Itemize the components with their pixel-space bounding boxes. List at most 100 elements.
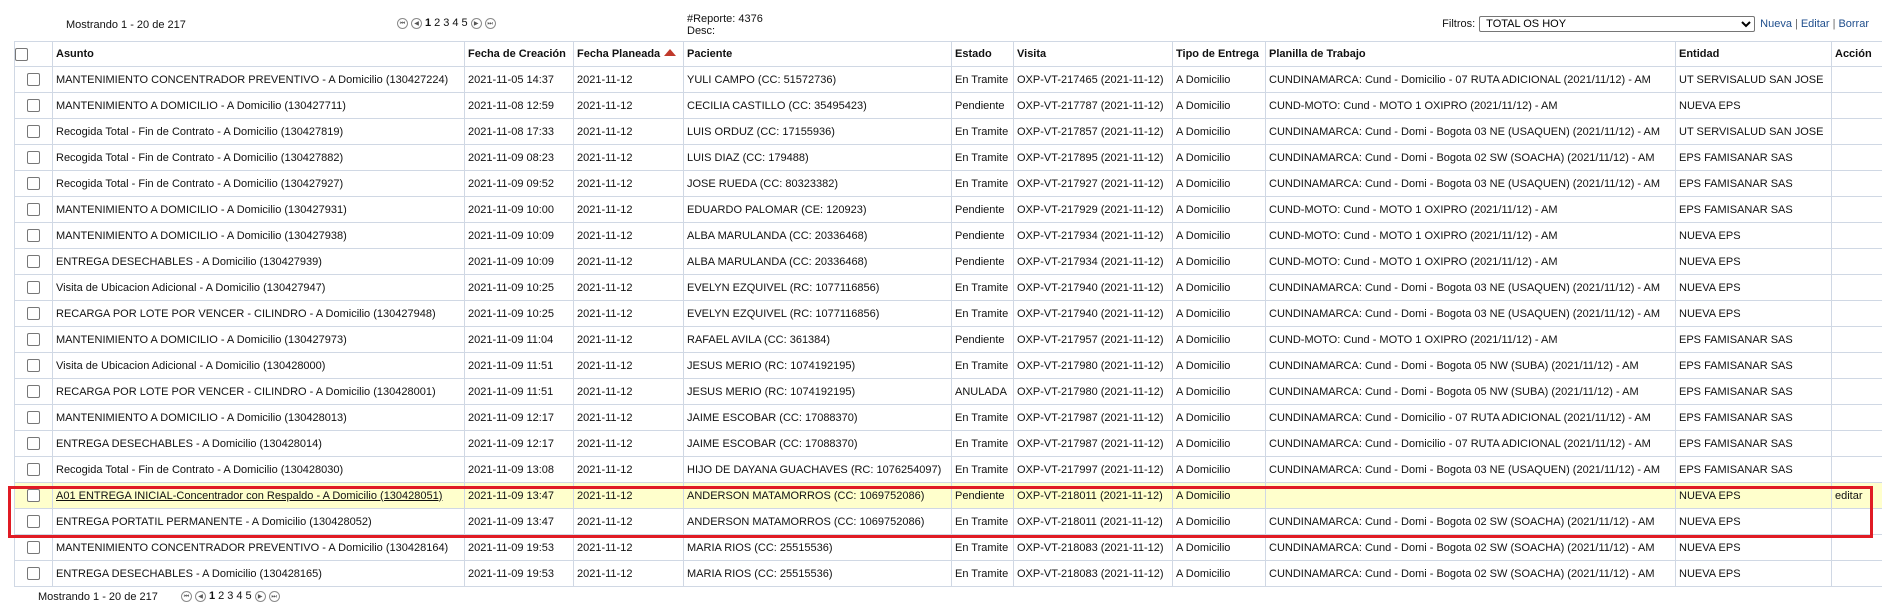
table-row[interactable]: Recogida Total - Fin de Contrato - A Dom… — [14, 118, 1882, 145]
first-page-icon[interactable]: ⏮ — [181, 590, 192, 602]
select-all-checkbox[interactable] — [15, 47, 28, 61]
edit-filter-link[interactable]: Editar — [1801, 18, 1830, 30]
next-page-icon[interactable]: ▶ — [254, 590, 266, 602]
column-header-tipo-entrega[interactable]: Tipo de Entrega — [1172, 41, 1266, 67]
cell-visita: OXP-VT-217980 (2021-11-12) — [1013, 352, 1173, 379]
table-row[interactable]: Recogida Total - Fin de Contrato - A Dom… — [14, 144, 1882, 171]
row-checkbox[interactable] — [27, 411, 40, 424]
cell-fecha-planeada: 2021-11-12 — [573, 118, 684, 145]
row-checkbox[interactable] — [27, 567, 40, 580]
column-header-visita[interactable]: Visita — [1013, 41, 1173, 67]
cell-entidad: NUEVA EPS — [1675, 92, 1832, 119]
row-select-cell — [14, 92, 53, 119]
table-row[interactable]: Recogida Total - Fin de Contrato - A Dom… — [14, 456, 1882, 483]
cell-fecha-creacion: 2021-11-05 14:37 — [464, 66, 574, 93]
page-link-5[interactable]: 5 — [462, 17, 468, 29]
row-checkbox[interactable] — [27, 281, 40, 294]
table-row[interactable]: A01 ENTREGA INICIAL-Concentrador con Res… — [14, 482, 1882, 509]
column-header-estado[interactable]: Estado — [951, 41, 1014, 67]
row-checkbox[interactable] — [27, 489, 40, 502]
row-checkbox[interactable] — [27, 541, 40, 554]
table-row[interactable]: MANTENIMIENTO A DOMICILIO - A Domicilio … — [14, 196, 1882, 223]
row-checkbox[interactable] — [27, 437, 40, 450]
cell-estado: En Tramite — [951, 300, 1014, 327]
cell-asunto: Recogida Total - Fin de Contrato - A Dom… — [52, 170, 465, 197]
table-row[interactable]: RECARGA POR LOTE POR VENCER - CILINDRO -… — [14, 378, 1882, 405]
cell-accion — [1831, 378, 1882, 405]
column-header-fecha-creacion[interactable]: Fecha de Creación — [464, 41, 574, 67]
row-checkbox[interactable] — [27, 515, 40, 528]
separator: | — [1832, 18, 1836, 30]
table-row[interactable]: ENTREGA DESECHABLES - A Domicilio (13042… — [14, 430, 1882, 457]
row-checkbox[interactable] — [27, 255, 40, 268]
page-link-4[interactable]: 4 — [452, 17, 458, 29]
row-checkbox[interactable] — [27, 203, 40, 216]
column-header-planilla[interactable]: Planilla de Trabajo — [1265, 41, 1676, 67]
edit-action-link[interactable]: editar — [1835, 490, 1863, 502]
page-link-3[interactable]: 3 — [443, 17, 449, 29]
page-link-4[interactable]: 4 — [236, 590, 242, 602]
page-link-1[interactable]: 1 — [209, 590, 215, 602]
row-checkbox[interactable] — [27, 307, 40, 320]
delete-filter-link[interactable]: Borrar — [1838, 18, 1869, 30]
report-number: #Reporte: 4376 — [687, 13, 763, 25]
page-link-2[interactable]: 2 — [434, 17, 440, 29]
table-row[interactable]: Visita de Ubicacion Adicional - A Domici… — [14, 274, 1882, 301]
page-link-1[interactable]: 1 — [425, 17, 431, 29]
row-checkbox[interactable] — [27, 73, 40, 86]
cell-fecha-creacion: 2021-11-09 12:17 — [464, 404, 574, 431]
table-row[interactable]: Visita de Ubicacion Adicional - A Domici… — [14, 352, 1882, 379]
page-link-5[interactable]: 5 — [246, 590, 252, 602]
page-link-2[interactable]: 2 — [218, 590, 224, 602]
new-filter-link[interactable]: Nueva — [1760, 18, 1792, 30]
row-checkbox[interactable] — [27, 463, 40, 476]
last-page-icon[interactable]: ⏭ — [484, 17, 496, 29]
row-checkbox[interactable] — [27, 125, 40, 138]
column-header-asunto[interactable]: Asunto — [52, 41, 465, 67]
row-checkbox[interactable] — [27, 177, 40, 190]
table-row[interactable]: RECARGA POR LOTE POR VENCER - CILINDRO -… — [14, 300, 1882, 327]
table-row[interactable]: ENTREGA PORTATIL PERMANENTE - A Domicili… — [14, 508, 1882, 535]
cell-asunto: Recogida Total - Fin de Contrato - A Dom… — [52, 118, 465, 145]
cell-tipo-entrega: A Domicilio — [1172, 118, 1266, 145]
row-checkbox[interactable] — [27, 359, 40, 372]
record-count: Mostrando 1 - 20 de 217 — [66, 19, 186, 31]
table-row[interactable]: MANTENIMIENTO A DOMICILIO - A Domicilio … — [14, 404, 1882, 431]
cell-paciente: LUIS DIAZ (CC: 179488) — [683, 144, 952, 171]
asunto-link[interactable]: A01 ENTREGA INICIAL-Concentrador con Res… — [56, 490, 442, 502]
table-row[interactable]: MANTENIMIENTO A DOMICILIO - A Domicilio … — [14, 326, 1882, 353]
prev-page-icon[interactable]: ◀ — [411, 17, 422, 29]
filter-select[interactable]: TOTAL OS HOY — [1479, 16, 1756, 32]
column-header-fecha-planeada-label: Fecha Planeada — [577, 48, 661, 60]
cell-paciente: CECILIA CASTILLO (CC: 35495423) — [683, 92, 952, 119]
table-row[interactable]: MANTENIMIENTO A DOMICILIO - A Domicilio … — [14, 92, 1882, 119]
cell-asunto: RECARGA POR LOTE POR VENCER - CILINDRO -… — [52, 378, 465, 405]
cell-visita: OXP-VT-218083 (2021-11-12) — [1013, 534, 1173, 561]
row-checkbox[interactable] — [27, 229, 40, 242]
last-page-icon[interactable]: ⏭ — [268, 590, 280, 602]
cell-fecha-creacion: 2021-11-09 13:47 — [464, 482, 574, 509]
prev-page-icon[interactable]: ◀ — [195, 590, 206, 602]
orders-table: Asunto Fecha de Creación Fecha Planeada … — [14, 41, 1882, 587]
cell-entidad: EPS FAMISANAR SAS — [1675, 404, 1832, 431]
page-link-3[interactable]: 3 — [227, 590, 233, 602]
table-row[interactable]: MANTENIMIENTO CONCENTRADOR PREVENTIVO - … — [14, 66, 1882, 93]
cell-accion — [1831, 92, 1882, 119]
column-header-paciente[interactable]: Paciente — [683, 41, 952, 67]
cell-entidad: UT SERVISALUD SAN JOSE — [1675, 118, 1832, 145]
row-checkbox[interactable] — [27, 333, 40, 346]
table-row[interactable]: MANTENIMIENTO A DOMICILIO - A Domicilio … — [14, 222, 1882, 249]
next-page-icon[interactable]: ▶ — [470, 17, 482, 29]
table-row[interactable]: ENTREGA DESECHABLES - A Domicilio (13042… — [14, 248, 1882, 275]
row-checkbox[interactable] — [27, 385, 40, 398]
column-header-entidad[interactable]: Entidad — [1675, 41, 1832, 67]
first-page-icon[interactable]: ⏮ — [397, 17, 408, 29]
table-row[interactable]: MANTENIMIENTO CONCENTRADOR PREVENTIVO - … — [14, 534, 1882, 561]
row-checkbox[interactable] — [27, 151, 40, 164]
row-checkbox[interactable] — [27, 99, 40, 112]
cell-tipo-entrega: A Domicilio — [1172, 66, 1266, 93]
table-row[interactable]: Recogida Total - Fin de Contrato - A Dom… — [14, 170, 1882, 197]
column-header-fecha-planeada[interactable]: Fecha Planeada — [573, 41, 684, 67]
row-select-cell — [14, 482, 53, 509]
cell-accion — [1831, 534, 1882, 561]
